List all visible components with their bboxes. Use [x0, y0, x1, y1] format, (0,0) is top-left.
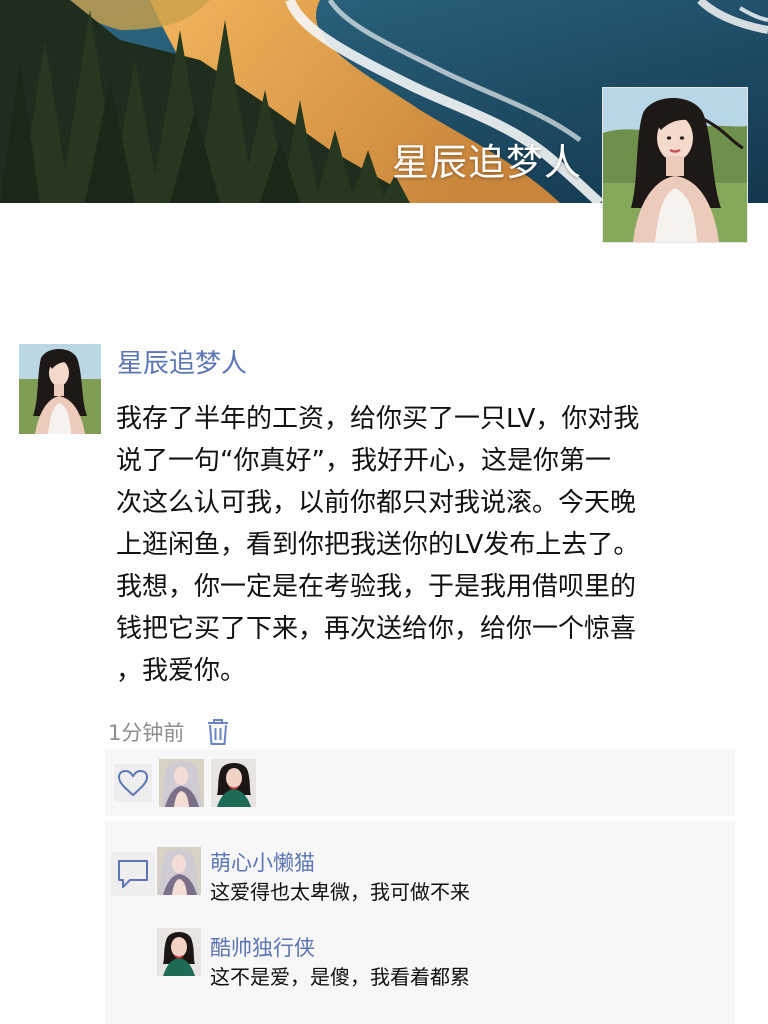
comment-author[interactable]: 酷帅独行侠 — [210, 932, 315, 962]
like-avatar-kushuai[interactable] — [211, 759, 256, 807]
post-author-avatar[interactable] — [19, 344, 101, 434]
comment-bubble-icon — [118, 860, 148, 888]
like-avatar-mengxin[interactable] — [159, 759, 204, 807]
post-content: 我存了半年的工资，给你买了一只LV，你对我 说了一句“你真好”，我好开心，这是你… — [116, 398, 736, 692]
trash-icon — [208, 719, 229, 745]
like-button[interactable] — [114, 764, 152, 802]
heart-icon — [117, 769, 149, 797]
comment-avatar[interactable] — [157, 847, 201, 895]
comment-avatar[interactable] — [157, 928, 201, 976]
post-author-name[interactable]: 星辰追梦人 — [117, 343, 247, 380]
avatar-image — [157, 847, 201, 895]
comment-text: 这不是爱，是傻，我看着都累 — [210, 965, 470, 989]
post-line: 我存了半年的工资，给你买了一只LV，你对我 — [116, 404, 640, 434]
avatar-image — [157, 928, 201, 976]
delete-button[interactable] — [204, 716, 232, 748]
post-line: 次这么认可我，以前你都只对我说滚。今天晚 — [116, 488, 637, 518]
post-line: 上逛闲鱼，看到你把我送你的LV发布上去了。 — [116, 530, 640, 560]
post-line: ，我爱你。 — [116, 656, 247, 686]
avatar-image — [159, 759, 204, 807]
post-line: 说了一句“你真好”，我好开心，这是你第一 — [116, 446, 611, 476]
avatar-image — [603, 88, 747, 242]
post-line: 我想，你一定是在考验我，于是我用借呗里的 — [116, 572, 637, 602]
comment-author[interactable]: 萌心小懒猫 — [210, 847, 315, 877]
avatar-image — [19, 344, 101, 434]
avatar-image — [211, 759, 256, 807]
comment-button[interactable] — [111, 852, 155, 896]
comment-item: 萌心小懒猫 这爱得也太卑微，我可做不来 — [157, 847, 727, 907]
post-line: 钱把它买了下来，再次送给你，给你一个惊喜 — [116, 614, 637, 644]
post-timestamp: 1分钟前 — [108, 721, 185, 745]
cover-avatar[interactable] — [602, 87, 748, 243]
comment-text: 这爱得也太卑微，我可做不来 — [210, 880, 470, 904]
comments-panel: 萌心小懒猫 这爱得也太卑微，我可做不来 酷帅独行侠 这不是爱，是傻，我看着都累 — [105, 822, 735, 1024]
comment-item: 酷帅独行侠 这不是爱，是傻，我看着都累 — [157, 928, 727, 989]
cover-username: 星辰追梦人 — [392, 141, 582, 184]
post-meta: 1分钟前 — [108, 716, 232, 748]
likes-panel — [105, 750, 735, 816]
